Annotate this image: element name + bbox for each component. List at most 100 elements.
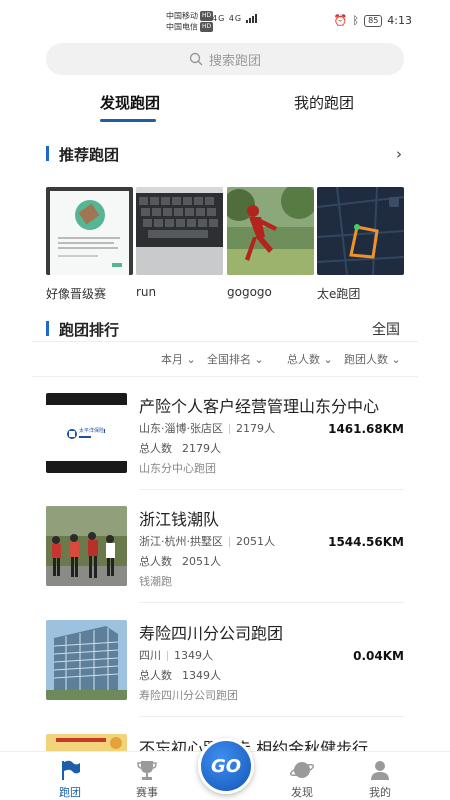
list-item[interactable]: 寿险四川分公司跑团 四川 1349人 0.04KM 总人数 1349人 寿险四川分公… bbox=[46, 620, 404, 710]
nav-label: 我的 bbox=[369, 786, 391, 799]
team-location-row: 山东·淄博·张店区 2179人 bbox=[139, 420, 275, 436]
chevron-down-icon: ⌄ bbox=[186, 353, 196, 366]
team-name: 产险个人客户经营管理山东分中心 bbox=[139, 397, 380, 416]
team-group-name: 山东分中心跑团 bbox=[139, 462, 216, 475]
recommended-item[interactable]: gogogo bbox=[227, 187, 314, 299]
insurance-logo-text: 太平洋保险 bbox=[79, 427, 105, 434]
team-location-row: 四川 1349人 bbox=[139, 647, 213, 663]
nav-item-events[interactable]: 赛事 bbox=[117, 757, 177, 800]
clock: 4:13 bbox=[387, 14, 412, 27]
tab-indicator bbox=[100, 119, 156, 122]
section-marker bbox=[46, 146, 49, 161]
scope-selector[interactable]: 全国 bbox=[372, 319, 400, 339]
carrier-2: 中国电信 bbox=[166, 22, 198, 31]
hd-badge: HD bbox=[200, 21, 214, 32]
network-signal: 4G 4G bbox=[212, 14, 258, 23]
team-total-row: 总人数 2179人 bbox=[139, 440, 221, 456]
divider bbox=[139, 716, 404, 717]
filter-ranking[interactable]: 全国排名 ⌄ bbox=[207, 351, 264, 367]
nav-label: 赛事 bbox=[136, 786, 158, 799]
recommended-item[interactable]: 好像晋级赛 bbox=[46, 187, 133, 302]
bluetooth-icon: ᛒ bbox=[352, 14, 360, 27]
list-item[interactable]: 浙江钱潮队 浙江·杭州·拱墅区 2051人 1544.56KM 总人数 2051人 … bbox=[46, 506, 404, 596]
chevron-right-icon[interactable]: › bbox=[396, 145, 402, 163]
team-members: 1349人 bbox=[174, 649, 213, 662]
recommended-item[interactable]: run bbox=[136, 187, 223, 299]
battery-icon: 85 bbox=[364, 14, 383, 27]
recommended-item-label: run bbox=[136, 285, 157, 299]
team-location: 四川 bbox=[139, 649, 161, 662]
total-value: 2051人 bbox=[182, 555, 221, 568]
team-group-name: 寿险四川分公司跑团 bbox=[139, 689, 238, 702]
recommended-list: 好像晋级赛 run gogogo 太e跑团 bbox=[46, 187, 404, 302]
team-members: 2179人 bbox=[236, 422, 275, 435]
nav-item-discover[interactable]: 发现 bbox=[272, 757, 332, 800]
alarm-icon: ⏰ bbox=[333, 14, 348, 27]
filter-label: 跑团人数 bbox=[344, 353, 388, 366]
carrier-1: 中国移动 bbox=[166, 11, 198, 21]
total-label: 总人数 bbox=[139, 555, 172, 568]
nav-item-mine[interactable]: 我的 bbox=[350, 757, 410, 800]
team-total-row: 总人数 1349人 bbox=[139, 667, 221, 683]
carrier-info: 中国移动 HD 中国电信 HD bbox=[166, 11, 214, 32]
team-thumbnail: 太平洋保险 bbox=[46, 393, 127, 473]
team-thumbnail bbox=[46, 506, 127, 586]
filter-label: 本月 bbox=[161, 353, 183, 366]
status-right: ⏰ ᛒ 85 4:13 bbox=[334, 14, 412, 27]
recommended-header[interactable]: 推荐跑团 › bbox=[46, 144, 404, 164]
recommended-item-label: 太e跑团 bbox=[317, 287, 361, 301]
status-bar: 中国移动 HD 中国电信 HD 4G 4G ⏰ ᛒ 85 4:13 bbox=[0, 0, 450, 40]
runner-sculpture-image bbox=[227, 187, 314, 275]
team-name: 寿险四川分公司跑团 bbox=[139, 624, 284, 643]
total-label: 总人数 bbox=[139, 442, 172, 455]
list-item[interactable]: 太平洋保险 产险个人客户经营管理山东分中心 山东·淄博·张店区 2179人 146… bbox=[46, 393, 404, 483]
chevron-down-icon: ⌄ bbox=[391, 353, 401, 366]
search-icon bbox=[189, 52, 203, 66]
tab-my-teams[interactable]: 我的跑团 bbox=[294, 92, 354, 113]
team-location-row: 浙江·杭州·拱墅区 2051人 bbox=[139, 533, 275, 549]
running-route-map-image bbox=[317, 187, 404, 275]
go-label: GO bbox=[210, 755, 242, 777]
network-type: 4G 4G bbox=[212, 14, 243, 23]
filter-period[interactable]: 本月 ⌄ bbox=[161, 351, 196, 367]
total-value: 2179人 bbox=[182, 442, 221, 455]
team-thumbnail bbox=[46, 620, 127, 700]
user-icon bbox=[350, 757, 410, 781]
divider bbox=[139, 602, 404, 603]
team-name: 浙江钱潮队 bbox=[139, 510, 220, 529]
team-thumbnail bbox=[46, 734, 127, 752]
tab-discover[interactable]: 发现跑团 bbox=[100, 92, 160, 113]
team-location: 浙江·杭州·拱墅区 bbox=[139, 535, 223, 548]
team-location: 山东·淄博·张店区 bbox=[139, 422, 223, 435]
recommended-item-label: 好像晋级赛 bbox=[46, 287, 107, 301]
flag-icon bbox=[40, 757, 100, 781]
team-distance: 0.04KM bbox=[353, 649, 404, 663]
divider bbox=[32, 341, 418, 342]
nav-label: 跑团 bbox=[59, 786, 81, 799]
total-label: 总人数 bbox=[139, 669, 172, 682]
chevron-down-icon: ⌄ bbox=[254, 353, 264, 366]
filter-label: 全国排名 bbox=[207, 353, 251, 366]
laptop-keyboard-image bbox=[136, 187, 223, 275]
chevron-down-icon: ⌄ bbox=[323, 353, 333, 366]
team-group-name: 钱潮跑 bbox=[139, 575, 172, 588]
divider bbox=[32, 376, 418, 377]
filter-team-size[interactable]: 跑团人数 ⌄ bbox=[344, 351, 401, 367]
section-title: 推荐跑团 bbox=[59, 146, 120, 164]
recommended-item-label: gogogo bbox=[227, 285, 272, 299]
recommended-item[interactable]: 太e跑团 bbox=[317, 187, 404, 302]
go-button[interactable]: GO bbox=[198, 738, 254, 794]
section-title: 跑团排行 bbox=[59, 321, 120, 339]
section-marker bbox=[46, 321, 49, 336]
team-total-row: 总人数 2051人 bbox=[139, 553, 221, 569]
nav-item-teams[interactable]: 跑团 bbox=[40, 757, 100, 800]
filter-label: 总人数 bbox=[287, 353, 320, 366]
planet-icon bbox=[272, 757, 332, 781]
trophy-icon bbox=[117, 757, 177, 781]
total-value: 1349人 bbox=[182, 669, 221, 682]
ranking-header: 跑团排行 全国 bbox=[46, 319, 404, 339]
search-placeholder: 搜索跑团 bbox=[208, 53, 261, 69]
team-distance: 1461.68KM bbox=[328, 422, 404, 436]
search-input[interactable]: 搜索跑团 bbox=[46, 43, 404, 75]
filter-total[interactable]: 总人数 ⌄ bbox=[287, 351, 333, 367]
